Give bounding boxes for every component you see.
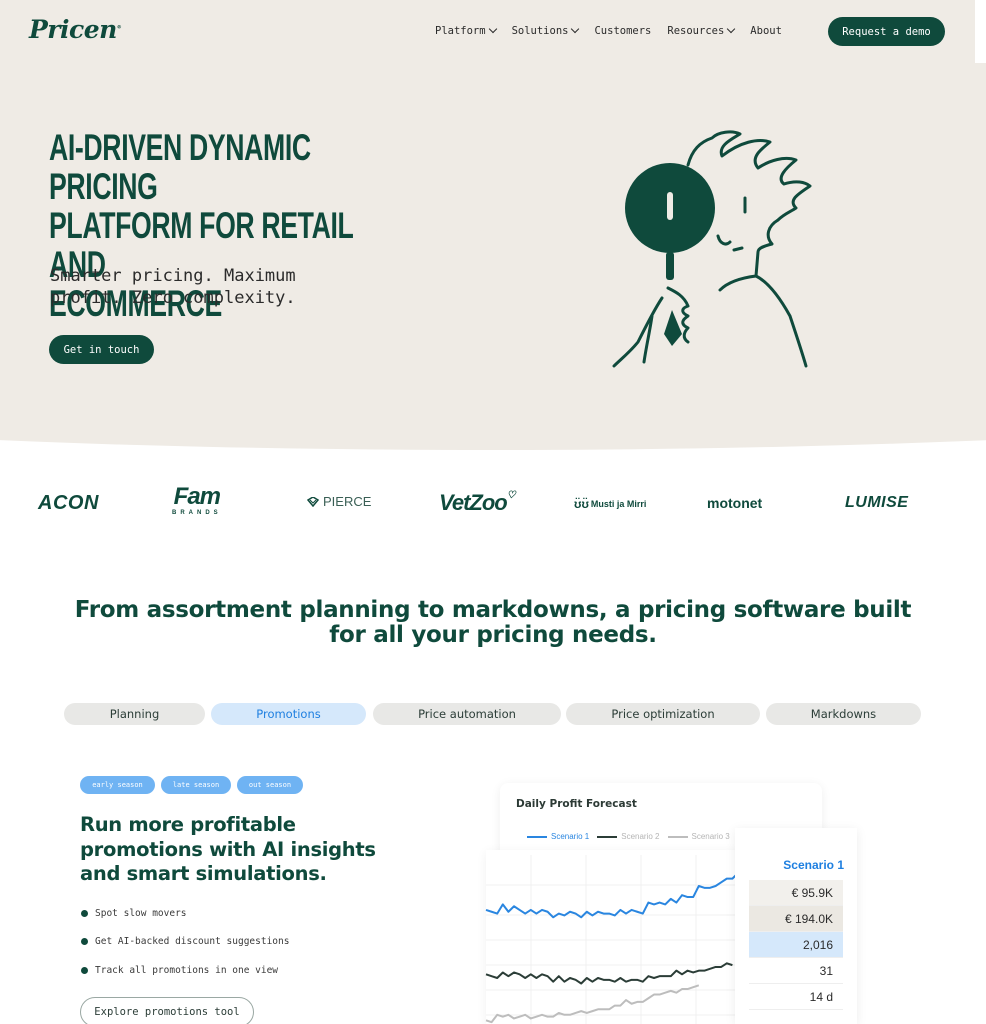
- chip-late-season[interactable]: late season: [161, 776, 231, 794]
- diamond-icon: [307, 496, 319, 507]
- hero-title-line: AI-DRIVEN DYNAMIC PRICING: [49, 127, 311, 207]
- request-demo-button[interactable]: Request a demo: [828, 17, 945, 46]
- logo-vetzoo-name: VetZoo: [439, 490, 508, 515]
- chip-out-season[interactable]: out season: [237, 776, 303, 794]
- get-in-touch-button[interactable]: Get in touch: [49, 335, 154, 364]
- page-edge: [975, 0, 986, 63]
- nav-label: About: [750, 25, 782, 37]
- section-title-line: for all your pricing needs.: [329, 622, 657, 648]
- logo-musti-name: Musti ja Mirri: [590, 499, 647, 509]
- bullet-item: Track all promotions in one view: [81, 964, 289, 978]
- bullet-text: Get AI-backed discount suggestions: [95, 936, 290, 948]
- tab-price-automation[interactable]: Price automation: [373, 703, 561, 725]
- scenario-panel-rows: € 95.9K € 194.0K 2,016 31 14 d: [749, 880, 843, 1010]
- hero-subtitle-line: profit. Zero complexity.: [50, 288, 296, 308]
- bullet-text: Spot slow movers: [95, 907, 187, 919]
- panel-row: € 95.9K: [749, 880, 843, 906]
- logo-text: Pricen: [29, 15, 117, 44]
- hero-subtitle-line: Smarter pricing. Maximum: [50, 266, 296, 286]
- bullet-dot-icon: [81, 909, 88, 917]
- nav-solutions[interactable]: Solutions: [511, 24, 580, 37]
- feature-title-line: promotions with AI insights: [80, 837, 376, 861]
- panel-row: € 194.0K: [749, 906, 843, 932]
- nav-customers[interactable]: Customers: [594, 25, 651, 37]
- logo-vetzoo: VetZoo♡: [439, 490, 516, 516]
- person-magnifier-illustration: [612, 130, 812, 368]
- chevron-down-icon: [727, 24, 736, 34]
- feature-title: Run more profitable promotions with AI i…: [80, 813, 380, 887]
- main-nav: Platform Solutions Customers Resources A…: [435, 24, 798, 37]
- logo-fam-sub: BRANDS: [172, 510, 222, 516]
- panel-row: 14 d: [749, 984, 843, 1010]
- feature-tabs: Planning Promotions Price automation Pri…: [0, 703, 986, 725]
- logo-acon: ACON: [38, 492, 99, 514]
- panel-row: 2,016: [749, 932, 843, 958]
- nav-about[interactable]: About: [750, 25, 782, 37]
- feature-bullets: Spot slow movers Get AI-backed discount …: [81, 906, 289, 992]
- tab-promotions[interactable]: Promotions: [211, 703, 366, 725]
- series-line-scenario-2: [485, 962, 733, 985]
- explore-promotions-button[interactable]: Explore promotions tool: [80, 997, 254, 1024]
- bullet-item: Get AI-backed discount suggestions: [81, 935, 289, 949]
- bullet-dot-icon: [81, 967, 88, 975]
- panel-row: 31: [749, 958, 843, 984]
- forecast-card-title: Daily Profit Forecast: [516, 798, 637, 810]
- bullet-text: Track all promotions in one view: [95, 965, 279, 977]
- chip-early-season[interactable]: early season: [80, 776, 155, 794]
- tab-price-optimization[interactable]: Price optimization: [566, 703, 760, 725]
- bullet-item: Spot slow movers: [81, 906, 289, 920]
- pricen-logo[interactable]: Pricen®: [29, 15, 122, 44]
- customer-logos: ACON Fam BRANDS PIERCE VetZoo♡ ʊ̈ʊ̈ Musti…: [0, 483, 986, 522]
- feature-title-line: and smart simulations.: [80, 862, 327, 885]
- chevron-down-icon: [488, 24, 497, 34]
- chevron-down-icon: [571, 24, 580, 34]
- hero-subtitle: Smarter pricing. Maximum profit. Zero co…: [50, 265, 350, 309]
- logo-musti-mirri: ʊ̈ʊ̈ Musti ja Mirri: [574, 497, 646, 511]
- cat-dog-icon: ʊ̈ʊ̈: [574, 497, 589, 511]
- section-title: From assortment planning to markdowns, a…: [0, 598, 986, 648]
- tab-markdowns[interactable]: Markdowns: [766, 703, 921, 725]
- logo-fam-brands: Fam BRANDS: [172, 483, 222, 517]
- nav-label: Solutions: [511, 25, 569, 37]
- heart-icon: ♡: [506, 490, 516, 501]
- logo-fam-name: Fam: [173, 483, 221, 510]
- nav-platform[interactable]: Platform: [435, 24, 497, 37]
- logo-motonet: motonet: [707, 495, 763, 511]
- nav-label: Resources: [667, 25, 725, 37]
- scenario-panel-heading: Scenario 1: [783, 858, 844, 872]
- logo-pierce-name: PIERCE: [323, 494, 372, 509]
- bullet-dot-icon: [81, 938, 88, 946]
- section-title-line: From assortment planning to markdowns, a…: [74, 597, 912, 623]
- trademark: ®: [116, 24, 122, 31]
- logo-lumise: LUMISE: [845, 494, 909, 511]
- nav-label: Platform: [435, 25, 486, 37]
- season-chips: early season late season out season: [80, 776, 309, 794]
- logo-pierce: PIERCE: [307, 494, 371, 509]
- series-line-scenario-3: [485, 984, 700, 1024]
- feature-title-line: Run more profitable: [80, 813, 296, 836]
- nav-resources[interactable]: Resources: [667, 24, 736, 37]
- tab-planning[interactable]: Planning: [64, 703, 205, 725]
- nav-label: Customers: [594, 25, 652, 37]
